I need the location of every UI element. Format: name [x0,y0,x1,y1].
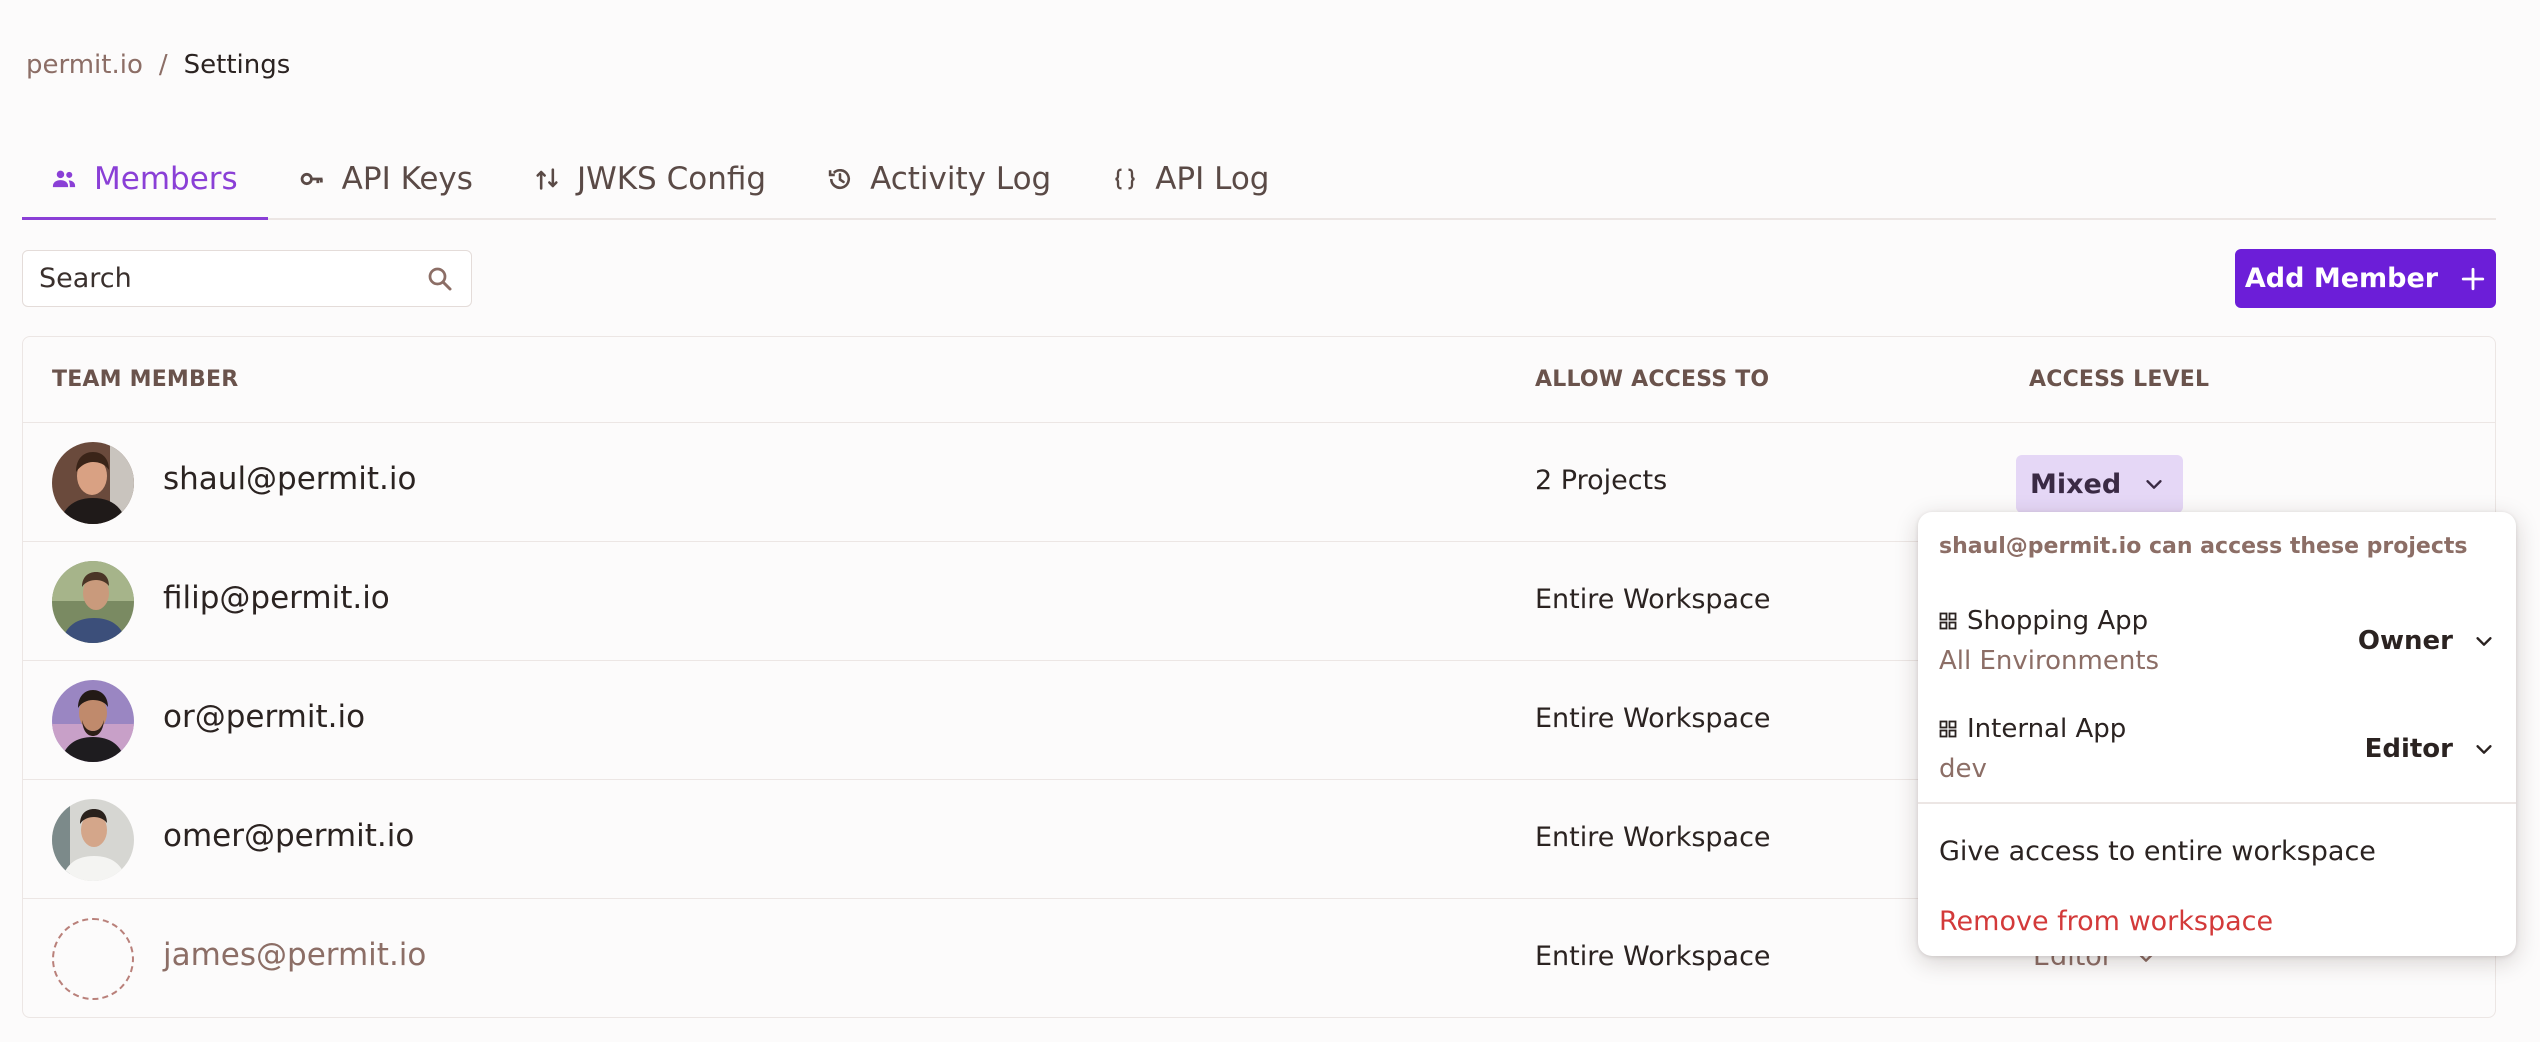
project-access-item: Shopping App All Environments Owner [1939,606,2495,696]
popover-title: shaul@permit.io can access these project… [1939,534,2468,559]
tab-label: API Log [1155,161,1270,197]
braces-icon [1111,165,1139,193]
tab-api-log[interactable]: API Log [1081,140,1299,218]
search-icon[interactable] [425,264,455,294]
search-input[interactable] [39,263,425,294]
tab-label: Activity Log [870,161,1052,197]
project-environment: All Environments [1939,646,2160,676]
project-name-label: Shopping App [1967,606,2149,636]
avatar [52,442,134,524]
remove-from-workspace-button[interactable]: Remove from workspace [1939,906,2273,937]
project-name: Shopping App [1939,606,2148,636]
chevron-down-icon [2143,473,2165,495]
tab-api-keys[interactable]: API Keys [268,140,503,218]
avatar [52,561,134,643]
config-arrows-icon [533,165,561,193]
header-access-level: ACCESS LEVEL [2029,367,2210,392]
member-access: 2 Projects [1535,465,1668,496]
member-email: filip@permit.io [163,580,390,616]
header-allow-access: ALLOW ACCESS TO [1535,367,1770,392]
tab-label: Members [94,160,238,197]
access-level-value: Mixed [2030,468,2122,500]
history-icon [826,165,854,193]
access-level-dropdown[interactable]: Mixed [2016,455,2184,513]
project-name-label: Internal App [1967,714,2127,744]
search-box [22,250,472,307]
settings-tabs: Members API Keys JWKS Config Activity Lo… [22,140,2496,220]
give-workspace-access-button[interactable]: Give access to entire workspace [1939,836,2376,867]
project-environment: dev [1939,754,1987,784]
member-email: omer@permit.io [163,818,415,854]
breadcrumb: permit.io / Settings [26,48,290,82]
project-role-value: Editor [2364,734,2453,764]
access-popover: shaul@permit.io can access these project… [1918,512,2516,956]
avatar [52,799,134,881]
header-team-member: TEAM MEMBER [52,367,239,392]
project-access-item: Internal App dev Editor [1939,714,2495,804]
member-access: Entire Workspace [1535,703,1771,734]
tab-jwks-config[interactable]: JWKS Config [503,140,796,218]
chevron-down-icon [2473,738,2495,760]
avatar [52,680,134,762]
member-access: Entire Workspace [1535,822,1771,853]
grid-icon [1939,612,1957,630]
avatar-placeholder [52,918,134,1000]
project-name: Internal App [1939,714,2126,744]
breadcrumb-separator: / [158,50,168,80]
breadcrumb-org-link[interactable]: permit.io [26,50,143,80]
tab-members[interactable]: Members [22,140,268,220]
add-member-label: Add Member [2244,263,2439,294]
key-icon [298,165,326,193]
chevron-down-icon [2473,630,2495,652]
project-role-value: Owner [2357,626,2453,656]
project-role-dropdown[interactable]: Editor [2365,734,2495,764]
table-header: TEAM MEMBER ALLOW ACCESS TO ACCESS LEVEL [23,337,2495,423]
breadcrumb-current: Settings [183,50,291,80]
plus-icon [2460,266,2486,292]
grid-icon [1939,720,1957,738]
member-email: shaul@permit.io [163,461,417,497]
popover-divider [1918,802,2516,804]
add-member-button[interactable]: Add Member [2235,249,2496,308]
settings-page: permit.io / Settings Members API Keys JW… [0,0,2540,1042]
project-role-dropdown[interactable]: Owner [2358,626,2495,656]
member-access: Entire Workspace [1535,941,1771,972]
member-access: Entire Workspace [1535,584,1771,615]
tab-label: JWKS Config [576,161,767,197]
tab-activity-log[interactable]: Activity Log [796,140,1081,218]
member-email: or@permit.io [163,699,366,735]
people-icon [50,165,78,193]
tab-label: API Keys [341,161,473,197]
member-email: james@permit.io [163,937,427,973]
